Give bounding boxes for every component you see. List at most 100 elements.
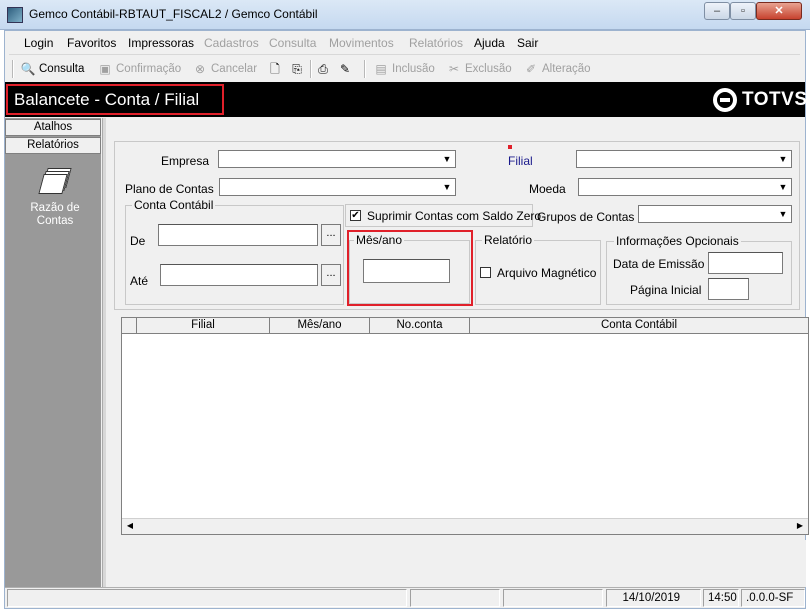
moeda-select[interactable]: ▼ — [578, 178, 792, 196]
alteracao-label: Alteração — [542, 63, 591, 75]
empresa-select[interactable]: ▼ — [218, 150, 456, 168]
conta-ate-browse-button[interactable]: ... — [321, 264, 341, 286]
scroll-left-icon[interactable]: ◀ — [122, 518, 138, 534]
inclusao-label: Inclusão — [392, 63, 435, 75]
conta-de-input[interactable] — [158, 224, 318, 246]
new-document-button[interactable]: 🗋 — [267, 59, 286, 79]
status-time: 14:50 — [703, 589, 739, 607]
scroll-right-icon[interactable]: ▶ — [792, 518, 808, 534]
filial-label: Filial — [508, 154, 533, 168]
chevron-down-icon: ▼ — [442, 182, 452, 192]
menu-consulta[interactable]: Consulta — [269, 36, 316, 50]
menu-movimentos[interactable]: Movimentos — [329, 36, 394, 50]
de-label: De — [130, 234, 146, 248]
pagina-inicial-label: Página Inicial — [630, 283, 702, 297]
confirmacao-label: Confirmação — [116, 63, 182, 75]
sidebar-tab-relatorios[interactable]: Relatórios — [5, 137, 101, 154]
export-icon: ⎘ — [292, 62, 302, 76]
chevron-down-icon: ▼ — [442, 154, 452, 164]
conta-contabil-group — [125, 205, 344, 305]
grid-header: Filial Mês/ano No.conta Conta Contábil — [122, 318, 808, 334]
sidebar-item-label: Contas — [36, 215, 74, 227]
filial-select[interactable]: ▼ — [576, 150, 792, 168]
menu-login[interactable]: Login — [24, 36, 53, 50]
status-cell-empty — [410, 589, 500, 607]
delete-record-icon: ✂ — [448, 62, 460, 76]
status-date: 14/10/2019 — [606, 589, 701, 607]
sidebar-item-label: Razão de — [30, 202, 80, 214]
maximize-button[interactable]: ▫ — [730, 2, 756, 20]
data-emissao-label: Data de Emissão — [613, 257, 705, 271]
arquivo-magnetico-checkbox[interactable] — [480, 267, 491, 278]
required-marker — [508, 145, 512, 149]
save-icon: ▣ — [99, 62, 111, 76]
grupos-de-contas-select[interactable]: ▼ — [638, 205, 792, 223]
chevron-down-icon: ▼ — [778, 154, 788, 164]
toolbar-separator — [310, 60, 312, 78]
results-grid[interactable] — [121, 317, 809, 535]
printer-icon: ⎙ — [318, 62, 328, 76]
report-stack-icon — [38, 166, 72, 196]
print-button[interactable]: ⎙ — [315, 59, 334, 79]
confirmacao-button[interactable]: ▣ Confirmação — [97, 59, 181, 79]
menu-relatorios[interactable]: Relatórios — [409, 36, 463, 50]
app-icon[interactable] — [7, 7, 23, 23]
panel-splitter[interactable] — [102, 118, 106, 587]
cancelar-label: Cancelar — [211, 63, 258, 75]
chevron-down-icon: ▼ — [778, 209, 788, 219]
conta-ate-input[interactable] — [160, 264, 318, 286]
pagina-inicial-input[interactable] — [708, 278, 749, 300]
chevron-down-icon: ▼ — [778, 182, 788, 192]
content-footer-area — [107, 540, 806, 587]
binoculars-icon: 🔍 — [20, 62, 36, 76]
export-button[interactable]: ⎘ — [289, 59, 308, 79]
menu-favoritos[interactable]: Favoritos — [67, 36, 116, 50]
arquivo-magnetico-label: Arquivo Magnético — [497, 266, 597, 280]
minimize-button[interactable]: – — [704, 2, 730, 20]
grid-header-mes-ano[interactable]: Mês/ano — [270, 318, 370, 334]
consulta-button[interactable]: 🔍 Consulta — [20, 59, 85, 79]
preview-icon: ✎ — [339, 62, 351, 76]
plano-de-contas-select[interactable]: ▼ — [219, 178, 456, 196]
menu-bar: Login Favoritos Impressoras Cadastros Co… — [9, 33, 800, 55]
window-title: Gemco Contábil-RBTAUT_FISCAL2 / Gemco Co… — [29, 7, 318, 21]
menu-cadastros[interactable]: Cadastros — [204, 36, 259, 50]
menu-impressoras[interactable]: Impressoras — [128, 36, 194, 50]
informacoes-opcionais-title: Informações Opcionais — [614, 234, 741, 248]
menu-sair[interactable]: Sair — [517, 36, 538, 50]
cancel-icon: ⊗ — [194, 62, 206, 76]
page-title: Balancete - Conta / Filial — [6, 84, 224, 115]
suprimir-label: Suprimir Contas com Saldo Zero — [367, 209, 542, 223]
relatorio-group-title: Relatório — [482, 233, 535, 247]
totvs-logo: TOTVS — [713, 88, 808, 112]
grid-header-conta-contabil[interactable]: Conta Contábil — [470, 318, 808, 334]
exclusao-button[interactable]: ✂ Exclusão — [446, 59, 512, 79]
grid-header-no-conta[interactable]: No.conta — [370, 318, 470, 334]
totvs-brand-text: TOTVS — [742, 89, 808, 110]
add-record-icon: ▤ — [375, 62, 387, 76]
new-document-icon: 🗋 — [270, 62, 280, 76]
sidebar-tab-atalhos[interactable]: Atalhos — [5, 119, 101, 136]
sidebar-item-razao-de-contas[interactable]: Razão de Contas — [25, 166, 85, 228]
inclusao-button[interactable]: ▤ Inclusão — [373, 59, 435, 79]
status-cell-empty — [503, 589, 603, 607]
conta-de-browse-button[interactable]: ... — [321, 224, 341, 246]
totvs-logo-icon — [713, 88, 737, 112]
preview-button[interactable]: ✎ — [337, 59, 356, 79]
grid-header-selector[interactable] — [122, 318, 137, 334]
horizontal-scrollbar[interactable] — [122, 518, 808, 534]
toolbar: 🔍 Consulta ▣ Confirmação ⊗ Cancelar 🗋 ⎘ … — [9, 57, 800, 81]
menu-ajuda[interactable]: Ajuda — [474, 36, 505, 50]
exclusao-label: Exclusão — [465, 63, 512, 75]
toolbar-separator — [12, 60, 14, 78]
consulta-label: Consulta — [39, 63, 85, 75]
grid-header-filial[interactable]: Filial — [137, 318, 270, 334]
grupos-de-contas-label: Grupos de Contas — [537, 210, 635, 224]
moeda-label: Moeda — [529, 182, 566, 196]
suprimir-checkbox[interactable]: ✔ — [350, 210, 361, 221]
status-cell-message — [7, 589, 407, 607]
alteracao-button[interactable]: ✐ Alteração — [523, 59, 591, 79]
cancelar-button[interactable]: ⊗ Cancelar — [192, 59, 257, 79]
data-emissao-input[interactable] — [708, 252, 783, 274]
close-button[interactable]: ✕ — [756, 2, 802, 20]
